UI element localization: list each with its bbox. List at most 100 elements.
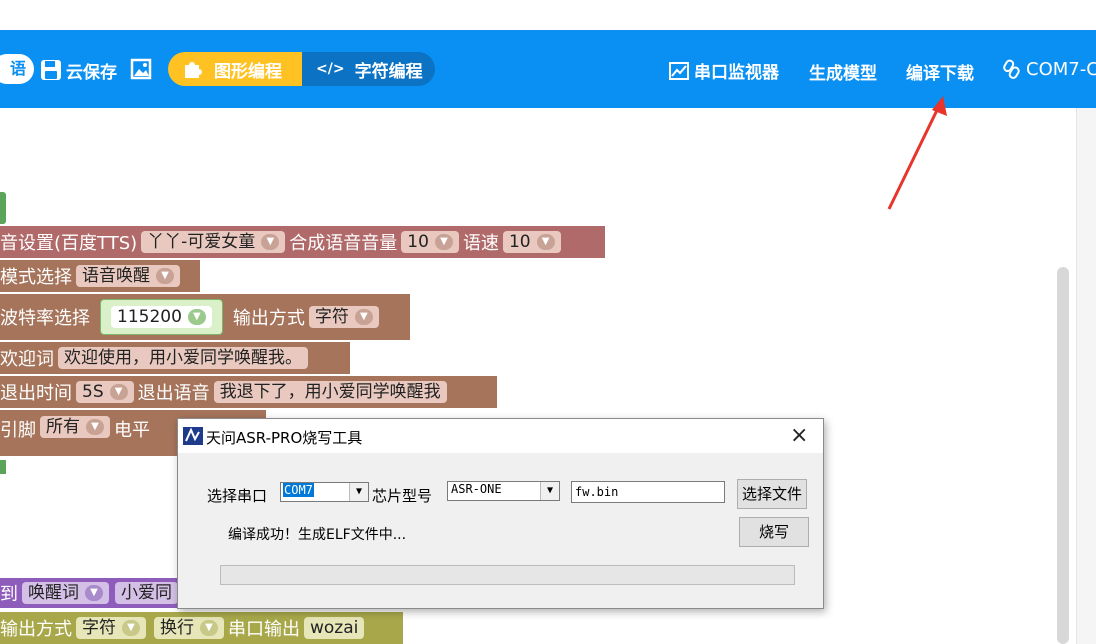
- port-select[interactable]: COM7 ▼: [280, 482, 369, 502]
- image-button[interactable]: [130, 58, 152, 84]
- mode-label: 模式选择: [0, 267, 72, 288]
- baud-value: 115200: [117, 307, 182, 327]
- code-icon: </>: [316, 61, 345, 77]
- dropdown-arrow-icon: ▼: [122, 620, 140, 636]
- com-port-button[interactable]: COM7-CH: [1002, 58, 1096, 80]
- exit-voice-label: 退出语音: [137, 383, 210, 404]
- cloud-save-button[interactable]: 云保存: [40, 58, 117, 83]
- dialog-titlebar: 天问ASR-PRO烧写工具 ×: [178, 419, 823, 453]
- select-file-button[interactable]: 选择文件: [737, 479, 807, 509]
- serial-output-label: 串口输出: [228, 619, 300, 640]
- tab-char-programming[interactable]: </> 字符编程: [302, 52, 435, 86]
- level-label: 电平: [114, 420, 150, 441]
- port-label: 选择串口: [207, 487, 268, 505]
- block-tts-settings[interactable]: 音设置(百度TTS) 丫丫-可爱女童 ▼ 合成语音音量 10 ▼ 语速 10 ▼: [0, 226, 605, 258]
- pin-value: 所有: [46, 417, 80, 437]
- vertical-scrollbar-thumb[interactable]: [1057, 267, 1069, 644]
- pin-dropdown[interactable]: 所有 ▼: [40, 416, 110, 438]
- chevron-down-icon: ▼: [540, 482, 559, 500]
- serial-monitor-button[interactable]: 串口监视器: [668, 58, 779, 83]
- baud-dropdown[interactable]: 115200 ▼: [111, 306, 212, 328]
- tts-volume-label: 合成语音音量: [289, 233, 398, 254]
- dropdown-arrow-icon: ▼: [86, 419, 104, 435]
- status-text: 编译成功！生成ELF文件中...: [228, 527, 407, 543]
- cloud-save-label: 云保存: [66, 62, 117, 83]
- vertical-scrollbar-track[interactable]: [1076, 108, 1096, 644]
- dropdown-arrow-icon: ▼: [109, 384, 128, 400]
- output-mode-value: 字符: [314, 307, 349, 327]
- block-welcome-text[interactable]: 欢迎词 欢迎使用，用小爱同学唤醒我。: [0, 342, 350, 374]
- dropdown-arrow-icon: ▼: [536, 234, 555, 250]
- tts-volume-dropdown[interactable]: 10 ▼: [401, 231, 459, 253]
- mode-dropdown[interactable]: 语音唤醒 ▼: [76, 265, 180, 287]
- mode-value: 语音唤醒: [82, 266, 150, 286]
- save-icon: [41, 60, 61, 80]
- block-mode-select[interactable]: 模式选择 语音唤醒 ▼: [0, 260, 200, 292]
- tts-voice-value: 丫丫-可爱女童: [147, 232, 256, 252]
- app-icon: [183, 427, 203, 445]
- chip-label: 芯片型号: [372, 487, 433, 505]
- serial-out-label: 输出方式: [0, 619, 72, 640]
- link-icon: [1003, 59, 1020, 79]
- generate-model-button[interactable]: 生成模型: [809, 59, 877, 84]
- wake-word-input[interactable]: 小爱同: [115, 582, 178, 604]
- burn-button[interactable]: 烧写: [739, 517, 809, 547]
- welcome-label: 欢迎词: [0, 349, 54, 370]
- tab-char-label: 字符编程: [354, 61, 423, 82]
- serial-output-input[interactable]: wozai: [304, 617, 365, 639]
- wake-prefix: 到: [0, 584, 18, 605]
- chip-select[interactable]: ASR-ONE ▼: [447, 481, 560, 501]
- serial-monitor-label: 串口监视器: [694, 63, 779, 83]
- tab-graphical-programming[interactable]: 图形编程: [168, 52, 302, 86]
- chart-icon: [669, 61, 689, 80]
- serial-out-mode-dropdown[interactable]: 字符 ▼: [76, 617, 146, 639]
- tts-volume-value: 10: [407, 232, 429, 252]
- output-mode-dropdown[interactable]: 字符 ▼: [308, 306, 379, 328]
- wake-type-dropdown[interactable]: 唤醒词 ▼: [22, 582, 109, 604]
- exit-voice-input[interactable]: 我退下了，用小爱同学唤醒我: [213, 381, 447, 403]
- puzzle-icon: [185, 62, 202, 78]
- tab-graphical-label: 图形编程: [214, 61, 282, 82]
- dialog-title: 天问ASR-PRO烧写工具: [206, 429, 363, 447]
- burn-tool-dialog: 天问ASR-PRO烧写工具 × 选择串口 COM7 ▼ 芯片型号 ASR-ONE…: [177, 418, 824, 609]
- tts-prefix: 音设置(百度TTS): [0, 233, 138, 254]
- image-icon: [130, 58, 152, 80]
- exit-time-value: 5S: [82, 382, 104, 402]
- dropdown-arrow-icon: ▼: [434, 234, 453, 250]
- window-top-strip: [0, 0, 1096, 30]
- exit-time-dropdown[interactable]: 5S ▼: [76, 381, 134, 403]
- dropdown-arrow-icon: ▼: [200, 620, 218, 636]
- block-connector-green: [0, 460, 6, 474]
- baud-label: 波特率选择: [0, 308, 90, 329]
- dropdown-arrow-icon: ▼: [261, 234, 280, 250]
- compile-download-button[interactable]: 编译下载: [906, 59, 974, 84]
- annotation-arrow: [887, 96, 947, 210]
- newline-value: 换行: [160, 618, 194, 638]
- serial-output-value: wozai: [310, 618, 359, 638]
- dropdown-arrow-icon: ▼: [85, 585, 103, 601]
- block-baud-rate[interactable]: 波特率选择 115200 ▼ 输出方式 字符 ▼: [0, 294, 410, 340]
- tts-speed-label: 语速: [462, 233, 499, 254]
- tts-voice-dropdown[interactable]: 丫丫-可爱女童 ▼: [141, 231, 286, 253]
- baud-slot: 115200 ▼: [100, 299, 223, 335]
- programming-mode-tabs: 图形编程 </> 字符编程: [168, 52, 435, 86]
- dropdown-arrow-icon: ▼: [156, 268, 174, 284]
- wake-value: 小爱同: [121, 583, 172, 603]
- pin-label: 引脚: [0, 420, 36, 441]
- tts-speed-dropdown[interactable]: 10 ▼: [502, 231, 561, 253]
- welcome-value: 欢迎使用，用小爱同学唤醒我。: [64, 348, 302, 368]
- dropdown-arrow-icon: ▼: [187, 309, 206, 325]
- file-path-input[interactable]: fw.bin: [571, 481, 725, 503]
- language-button[interactable]: 语: [0, 54, 34, 84]
- block-exit-settings[interactable]: 退出时间 5S ▼ 退出语音 我退下了，用小爱同学唤醒我: [0, 376, 497, 408]
- block-serial-output[interactable]: 输出方式 字符 ▼ 换行 ▼ 串口输出 wozai: [0, 612, 403, 644]
- block-connector-green: [0, 192, 6, 224]
- com-port-label: COM7-CH: [1026, 58, 1096, 80]
- port-value: COM7: [283, 483, 314, 497]
- wake-label: 唤醒词: [28, 583, 79, 603]
- newline-dropdown[interactable]: 换行 ▼: [154, 617, 224, 639]
- dialog-close-button[interactable]: ×: [790, 423, 808, 448]
- progress-bar: [220, 565, 795, 585]
- welcome-input[interactable]: 欢迎使用，用小爱同学唤醒我。: [58, 347, 308, 369]
- output-mode-label: 输出方式: [232, 308, 305, 329]
